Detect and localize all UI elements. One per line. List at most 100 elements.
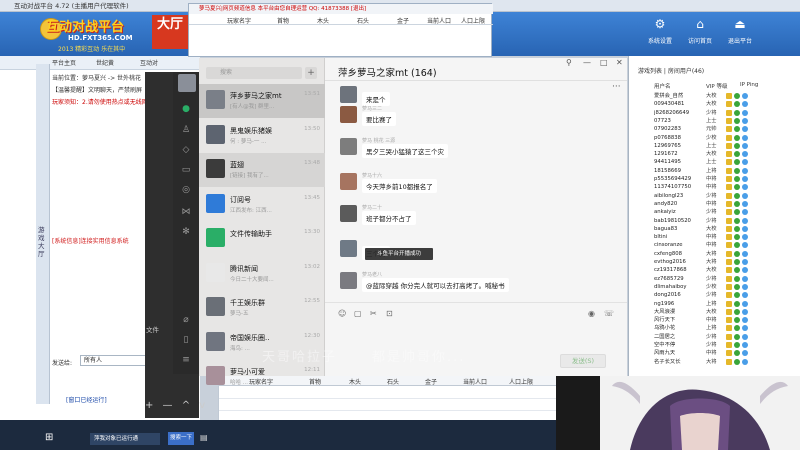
sender-avatar[interactable] bbox=[340, 272, 357, 289]
more-icon[interactable]: ··· bbox=[612, 82, 621, 92]
user-row[interactable]: 二国居之 少将 bbox=[654, 333, 762, 341]
user-row[interactable]: bltini 中将 bbox=[654, 233, 762, 241]
pin-icon[interactable]: ⚲ bbox=[566, 58, 572, 67]
ping-good-icon bbox=[734, 267, 740, 274]
folder-icon[interactable]: ▤ bbox=[200, 433, 208, 442]
user-row[interactable]: p5535694429 中将 bbox=[654, 175, 762, 183]
add-chat-button[interactable]: + bbox=[305, 67, 317, 79]
user-row[interactable]: dlimahaiboy 少校 bbox=[654, 283, 762, 291]
sender-avatar[interactable] bbox=[340, 106, 357, 123]
user-row[interactable]: 07902283 元帅 bbox=[654, 125, 762, 133]
running-link[interactable]: [窗口已经运行] bbox=[66, 395, 107, 404]
folder-icon[interactable]: ▭ bbox=[180, 164, 192, 176]
user-row[interactable]: aibilongl23 少将 bbox=[654, 192, 762, 200]
user-row[interactable]: cxfeng808 大将 bbox=[654, 250, 762, 258]
chat-list-item[interactable]: 订阅号 江西发布: 江西... 13:45 bbox=[199, 188, 325, 222]
nav-bottom-controls[interactable]: + — ^ v bbox=[145, 400, 208, 411]
minimize-icon[interactable]: — bbox=[583, 58, 591, 67]
room-user-tabs[interactable]: 游戏列表 | 房间用户(46) bbox=[638, 66, 704, 75]
user-row[interactable]: 乌鸦小花 上将 bbox=[654, 324, 762, 332]
user-level: 大校 bbox=[706, 225, 717, 232]
my-avatar[interactable] bbox=[178, 74, 196, 92]
message-bubble[interactable]: 来是个 bbox=[362, 92, 390, 106]
favorites-icon[interactable]: ◇ bbox=[180, 144, 192, 156]
tab-home[interactable]: 平台主页 bbox=[52, 58, 76, 67]
user-level: 少将 bbox=[706, 217, 717, 224]
user-row[interactable]: 11374107750 中将 bbox=[654, 183, 762, 191]
video-call-icon[interactable]: ☏ bbox=[604, 309, 614, 318]
user-row[interactable]: p0768838 少校 bbox=[654, 134, 762, 142]
user-row[interactable]: cinsoranze 中将 bbox=[654, 241, 762, 249]
user-row[interactable]: 94411495 上士 bbox=[654, 158, 762, 166]
moments-icon[interactable]: ◎ bbox=[180, 184, 192, 196]
user-row[interactable]: 风行天下 中将 bbox=[654, 316, 762, 324]
screenshot-icon[interactable]: ✂ bbox=[370, 309, 377, 318]
user-row[interactable]: ez7685729 少将 bbox=[654, 275, 762, 283]
chat-list-item[interactable]: 蓝翅 [链接] 我有了... 13:48 bbox=[199, 153, 325, 187]
message-bubble[interactable]: 黑夕三哭小猛猿了这三个灾 bbox=[362, 144, 448, 158]
user-row[interactable]: 空中不停 少将 bbox=[654, 341, 762, 349]
chat-list-item[interactable]: 萍乡萝马之家mt [有人@我] 群里... 13:51 bbox=[199, 84, 325, 118]
message-bubble[interactable]: 今天萍乡前10都报名了 bbox=[362, 179, 437, 193]
homepage-button[interactable]: ⌂ 访问首页 bbox=[680, 16, 720, 52]
tab-century[interactable]: 世纪黄 bbox=[96, 58, 114, 67]
chat-list-item[interactable]: 黑鬼娱乐猪娱何 : 萝马-一 ... 13:50 bbox=[199, 119, 325, 153]
taskbar-search[interactable]: 搜索一下 bbox=[168, 432, 194, 445]
settings-button[interactable]: ⚙ 系统设置 bbox=[640, 16, 680, 52]
exit-button[interactable]: ⏏ 退出平台 bbox=[720, 16, 760, 52]
chat-list-item[interactable]: 千王娱乐群 萝马-五 12:55 bbox=[199, 291, 325, 325]
emoji-icon[interactable]: ☺ bbox=[338, 309, 346, 318]
user-row[interactable]: ankaiyiz 少将 bbox=[654, 208, 762, 216]
message-bubble[interactable]: @蓝际穿越 你分完人就可以去打高烤了。喊秘书 bbox=[362, 278, 509, 292]
mini-program-icon[interactable]: ⋈ bbox=[180, 206, 192, 218]
windows-start-icon[interactable]: ⊞ bbox=[45, 432, 53, 443]
message-bubble[interactable]: 要比赛了 bbox=[362, 112, 396, 126]
user-row[interactable]: 风雨九天 中将 bbox=[654, 349, 762, 357]
chat-search-input[interactable]: 搜索 bbox=[206, 67, 302, 79]
chat-list-item[interactable]: 腾讯新闻 今日二十大要闻... 13:02 bbox=[199, 257, 325, 291]
chat-list-item[interactable]: 萝马小可爱 哈哈 ... 12:11 bbox=[199, 360, 325, 394]
user-row[interactable]: j8268206649 少将 bbox=[654, 109, 762, 117]
sender-avatar[interactable] bbox=[340, 173, 357, 190]
user-row[interactable]: bab19810520 少将 bbox=[654, 217, 762, 225]
voice-call-icon[interactable]: ◉ bbox=[588, 309, 595, 318]
phone-icon[interactable]: ⌀ bbox=[180, 314, 192, 326]
contacts-icon[interactable]: ♙ bbox=[180, 124, 192, 136]
user-row[interactable]: dong2016 少将 bbox=[654, 291, 762, 299]
maximize-icon[interactable]: □ bbox=[600, 58, 608, 67]
send-button[interactable]: 发送(S) bbox=[560, 354, 606, 368]
sender-avatar[interactable] bbox=[340, 138, 357, 155]
menu-icon[interactable]: ≡ bbox=[180, 354, 192, 366]
user-row[interactable]: andy820 中将 bbox=[654, 200, 762, 208]
file-icon[interactable]: ▢ bbox=[354, 309, 362, 318]
user-row[interactable]: 大风浪漫 大校 bbox=[654, 308, 762, 316]
user-row[interactable]: 12969765 上士 bbox=[654, 142, 762, 150]
vip-badge-icon bbox=[726, 325, 732, 332]
message-bubble[interactable]: 班子都分不占了 bbox=[362, 211, 416, 225]
user-name: 1291672 bbox=[654, 151, 678, 158]
chat-list-item[interactable]: 文件传输助手 13:30 bbox=[199, 222, 325, 256]
user-row[interactable]: evthog2016 大将 bbox=[654, 258, 762, 266]
chat-history-icon[interactable]: ⊡ bbox=[386, 309, 393, 318]
user-name: cinsoranze bbox=[654, 242, 683, 249]
user-row[interactable]: ng1996 上将 bbox=[654, 300, 762, 308]
user-row[interactable]: 名子长又长 大将 bbox=[654, 358, 762, 366]
sender-avatar[interactable] bbox=[340, 240, 357, 257]
user-row[interactable]: 07723 上士 bbox=[654, 117, 762, 125]
user-row[interactable]: 009430481 大校 bbox=[654, 100, 762, 108]
taskbar-app[interactable]: 萍我对象已运行通 bbox=[90, 433, 160, 445]
user-row[interactable]: 18158669 上将 bbox=[654, 167, 762, 175]
user-level: 大将 bbox=[706, 358, 717, 365]
user-row[interactable]: 爱拼会_自然 大校 bbox=[654, 92, 762, 100]
search-icon[interactable]: ✻ bbox=[180, 226, 192, 238]
tab-interactive[interactable]: 互动对 bbox=[140, 58, 158, 67]
vip-badge-icon bbox=[726, 109, 732, 116]
chat-icon[interactable]: ● bbox=[180, 103, 192, 115]
sender-avatar[interactable] bbox=[340, 205, 357, 222]
close-icon[interactable]: ✕ bbox=[616, 58, 623, 67]
sender-avatar[interactable] bbox=[340, 86, 357, 103]
user-row[interactable]: 1291672 大校 bbox=[654, 150, 762, 158]
mobile-icon[interactable]: ▯ bbox=[180, 334, 192, 346]
user-row[interactable]: bagua83 大校 bbox=[654, 225, 762, 233]
user-row[interactable]: cz19317868 大校 bbox=[654, 266, 762, 274]
